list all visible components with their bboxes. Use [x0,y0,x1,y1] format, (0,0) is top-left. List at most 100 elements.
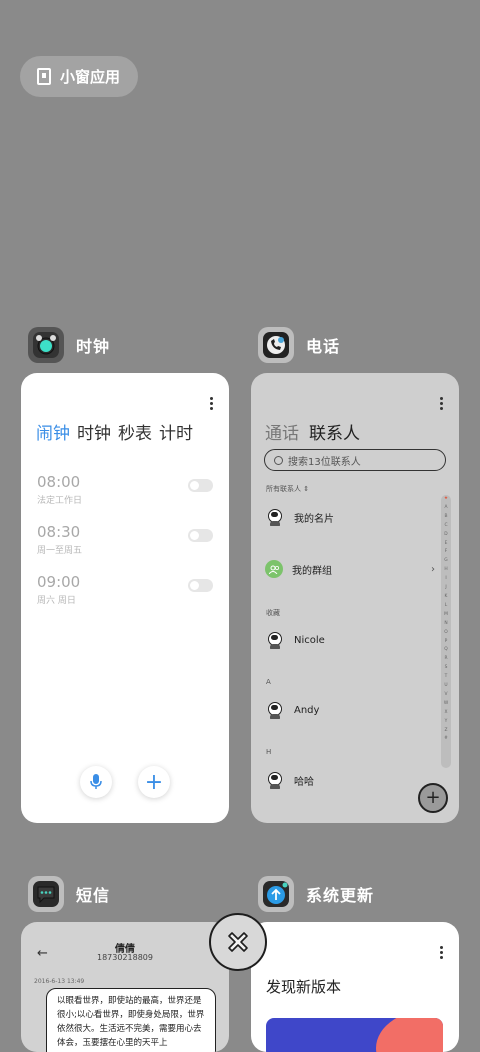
index-letter[interactable]: I [441,575,451,584]
update-app-card[interactable]: 发现新版本 [251,922,459,1052]
alarm-item[interactable]: 08:00 法定工作日 [37,473,215,506]
index-letter[interactable]: P [441,638,451,647]
phone-app-header[interactable]: 电话 [258,327,340,363]
index-letter[interactable]: U [441,682,451,691]
sms-app-icon [28,876,64,912]
phone-tab-bar: 通话 联系人 [265,419,360,444]
astronaut-avatar [265,770,285,790]
contact-row[interactable]: Andy [265,700,319,720]
contact-name: Nicole [294,634,325,646]
index-letter[interactable]: X [441,709,451,718]
conversation-contact-number: 18730218809 [97,953,153,962]
index-letter[interactable]: L [441,602,451,611]
tab-calls[interactable]: 通话 [265,419,299,444]
index-letter[interactable]: R [441,655,451,664]
index-letter[interactable]: Q [441,646,451,655]
tab-clock[interactable]: 时钟 [77,419,111,444]
my-card-item[interactable]: 我的名片 [265,507,334,527]
contact-row[interactable]: 哈哈 [265,770,314,790]
index-letter[interactable]: M [441,611,451,620]
alarm-toggle[interactable] [188,479,213,492]
plus-icon: + [144,769,164,795]
voice-alarm-button[interactable] [80,766,112,798]
update-banner-image [266,1018,443,1052]
clock-tab-bar: 闹钟 时钟 秒表 计时 [36,419,193,444]
index-letter[interactable]: F [441,548,451,557]
tab-alarm[interactable]: 闹钟 [36,419,70,444]
contact-name: 我的群组 [292,565,332,577]
alarm-repeat: 法定工作日 [37,496,83,506]
index-letter[interactable]: ★ [441,495,451,504]
index-letter[interactable]: K [441,593,451,602]
message-timestamp: 2016-6-13 13:49 [34,978,85,985]
search-icon [274,455,283,465]
index-letter[interactable]: S [441,664,451,673]
update-app-header[interactable]: 系统更新 [258,876,374,912]
sms-app-header[interactable]: 短信 [28,876,110,912]
contact-name: 哈哈 [294,776,314,788]
my-groups-item[interactable]: 我的群组 › [265,560,435,578]
index-letter[interactable]: D [441,531,451,540]
phone-app-icon [258,327,294,363]
alarm-item[interactable]: 09:00 周六 周日 [37,573,215,606]
clock-app-header[interactable]: 时钟 [28,327,110,363]
tab-stopwatch[interactable]: 秒表 [118,419,152,444]
close-icon [228,932,248,952]
sms-app-title: 短信 [76,886,111,905]
all-contacts-filter[interactable]: 所有联系人 ⇕ [266,484,309,494]
more-menu-icon[interactable] [440,397,443,412]
plus-icon: + [425,787,441,808]
index-letter[interactable]: W [441,700,451,709]
alarm-item[interactable]: 08:30 周一至周五 [37,523,215,556]
update-app-title: 系统更新 [306,886,375,905]
index-letter[interactable]: N [441,620,451,629]
alphabet-index-scrollbar[interactable]: ★ A B C D E F G H I J K L M N O P Q R S … [441,495,451,768]
index-letter[interactable]: H [441,566,451,575]
contact-row[interactable]: Nicole [265,630,325,650]
astronaut-avatar [265,507,285,527]
all-contacts-label: 所有联系人 [266,485,301,493]
index-letter[interactable]: V [441,691,451,700]
sms-app-card[interactable]: ← 倩倩 18730218809 2016-6-13 13:49 以眼看世界，即… [21,922,229,1052]
add-alarm-button[interactable]: + [138,766,170,798]
section-letter: A [266,678,271,686]
contact-name: Andy [294,704,320,716]
index-letter[interactable]: A [441,504,451,513]
search-placeholder: 搜索13位联系人 [288,456,361,468]
contact-search-input[interactable]: 搜索13位联系人 [264,449,446,471]
clock-app-icon [28,327,64,363]
floating-window-button[interactable]: 小窗应用 [20,56,138,97]
index-letter[interactable]: # [441,735,451,744]
group-icon [265,560,283,578]
more-menu-icon[interactable] [440,946,443,961]
phone-app-card[interactable]: 通话 联系人 搜索13位联系人 所有联系人 ⇕ 我的名片 我的群组 › 收藏 N… [251,373,459,823]
index-letter[interactable]: G [441,557,451,566]
astronaut-avatar [265,700,285,720]
message-bubble[interactable]: 以眼看世界，即使站的最高，世界还是很小;以心看世界，即使身处局限，世界依然很大。… [46,988,216,1052]
index-letter[interactable]: J [441,584,451,593]
alarm-toggle[interactable] [188,529,213,542]
chevron-right-icon: › [431,563,435,575]
index-letter[interactable]: C [441,522,451,531]
favorites-label: 收藏 [266,609,280,617]
microphone-icon [90,774,102,789]
clock-app-card[interactable]: 闹钟 时钟 秒表 计时 08:00 法定工作日 08:30 周一至周五 09:0… [21,373,229,823]
index-letter[interactable]: T [441,673,451,682]
add-contact-button[interactable]: + [418,783,448,813]
more-menu-icon[interactable] [210,397,213,412]
index-letter[interactable]: E [441,540,451,549]
index-letter[interactable]: Z [441,727,451,736]
index-letter[interactable]: O [441,629,451,638]
window-icon [37,68,51,85]
update-app-icon [258,876,294,912]
alarm-repeat: 周六 周日 [37,596,76,606]
index-letter[interactable]: B [441,513,451,522]
clear-all-button[interactable] [209,913,267,971]
clock-app-title: 时钟 [76,337,111,356]
tab-contacts[interactable]: 联系人 [309,419,360,444]
tab-timer[interactable]: 计时 [159,419,193,444]
alarm-repeat: 周一至周五 [37,546,83,556]
index-letter[interactable]: Y [441,718,451,727]
floating-window-label: 小窗应用 [60,68,121,86]
alarm-toggle[interactable] [188,579,213,592]
